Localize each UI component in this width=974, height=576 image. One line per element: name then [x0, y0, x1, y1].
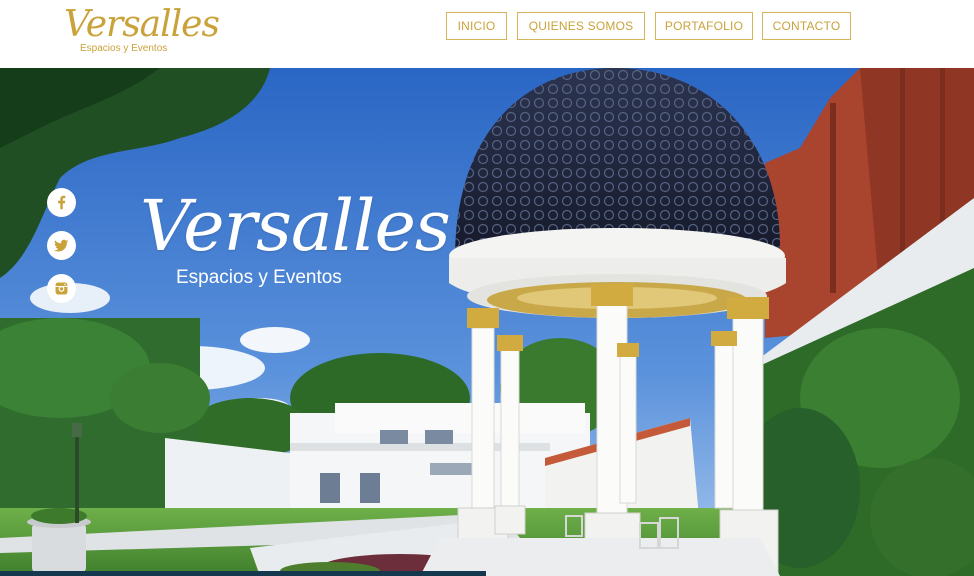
instagram-icon: [55, 282, 68, 295]
facebook-icon: [58, 195, 66, 210]
footer-bar: [0, 571, 486, 576]
hero-photo: [0, 68, 974, 576]
hero-subtitle: Espacios y Eventos: [176, 267, 342, 288]
nav-contacto[interactable]: CONTACTO: [762, 12, 851, 40]
hero-banner: Versalles Espacios y Eventos: [0, 68, 974, 576]
facebook-link[interactable]: [47, 188, 76, 217]
site-header: Versalles Espacios y Eventos INICIO QUIE…: [0, 0, 974, 68]
main-nav: INICIO QUIENES SOMOS PORTAFOLIO CONTACTO: [0, 12, 974, 42]
nav-portafolio[interactable]: PORTAFOLIO: [655, 12, 753, 40]
instagram-link[interactable]: [47, 274, 76, 303]
nav-inicio[interactable]: INICIO: [446, 12, 507, 40]
hero-title: Versalles: [140, 185, 451, 267]
twitter-icon: [54, 239, 69, 252]
twitter-link[interactable]: [47, 231, 76, 260]
logo-tagline: Espacios y Eventos: [80, 43, 168, 54]
nav-quienes-somos[interactable]: QUIENES SOMOS: [517, 12, 645, 40]
